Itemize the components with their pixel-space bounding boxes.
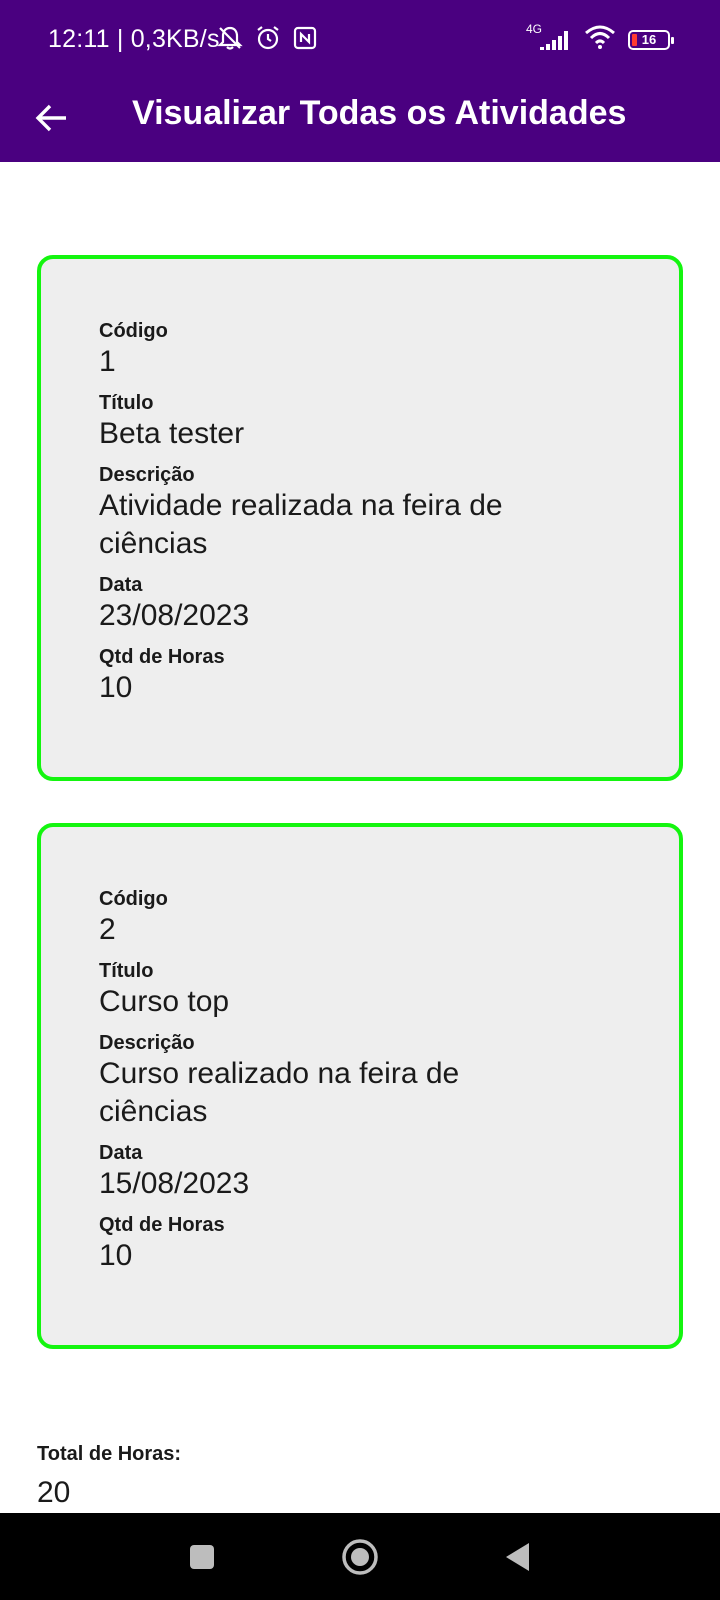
titulo-label: Título — [99, 960, 154, 982]
recents-button[interactable] — [182, 1537, 222, 1577]
header: 12:11 | 0,3KB/s 4G 16 Visualizar Todas o… — [0, 0, 720, 162]
descricao-value: Curso realizado na feira de ciências — [99, 1057, 460, 1128]
status-icons-right: 4G 16 — [526, 22, 674, 55]
codigo-value: 2 — [99, 913, 116, 946]
nav-back-button[interactable] — [498, 1537, 538, 1577]
battery-icon: 16 — [628, 29, 674, 50]
app-bar: Visualizar Todas os Atividades — [0, 80, 720, 162]
titulo-label: Título — [99, 392, 154, 414]
page-title: Visualizar Todas os Atividades — [132, 94, 627, 132]
horas-label: Qtd de Horas — [99, 646, 225, 668]
signal-icon: 4G — [526, 22, 572, 54]
descricao-label: Descrição — [99, 1032, 195, 1054]
activity-card[interactable]: Código 2 Título Curso top Descrição Curs… — [37, 823, 683, 1349]
titulo-value: Curso top — [99, 985, 230, 1018]
battery-level: 16 — [641, 32, 657, 47]
home-circle-icon — [342, 1539, 378, 1575]
battery-level-fill — [632, 33, 637, 46]
alarm-icon — [254, 24, 282, 52]
status-time: 12:11 | 0,3KB/s — [48, 25, 220, 53]
descricao-label: Descrição — [99, 464, 195, 486]
horas-label: Qtd de Horas — [99, 1214, 225, 1236]
activity-card[interactable]: Código 1 Título Beta tester Descrição At… — [37, 255, 683, 781]
data-value: 15/08/2023 — [99, 1167, 250, 1200]
codigo-label: Código — [99, 888, 168, 910]
descricao-value: Atividade realizada na feira de ciências — [99, 489, 503, 560]
network-type: 4G — [526, 21, 543, 36]
data-label: Data — [99, 1142, 143, 1164]
back-triangle-icon — [506, 1543, 529, 1571]
nfc-icon — [292, 25, 318, 51]
horas-value: 10 — [99, 1239, 133, 1272]
codigo-value: 1 — [99, 345, 116, 378]
arrow-left-icon — [35, 104, 66, 132]
data-value: 23/08/2023 — [99, 599, 250, 632]
total-hours-value: 20 — [37, 1476, 71, 1509]
status-icons-left — [216, 24, 318, 52]
horas-value: 10 — [99, 671, 133, 704]
home-button[interactable] — [340, 1537, 380, 1577]
status-bar: 12:11 | 0,3KB/s 4G 16 — [0, 0, 720, 80]
navigation-bar — [0, 1513, 720, 1600]
recents-square-icon — [190, 1545, 214, 1569]
data-label: Data — [99, 574, 143, 596]
mute-notifications-icon — [216, 24, 244, 52]
titulo-value: Beta tester — [99, 417, 245, 450]
back-button[interactable] — [30, 96, 74, 140]
codigo-label: Código — [99, 320, 168, 342]
total-hours-label: Total de Horas: — [37, 1443, 182, 1465]
wifi-icon — [584, 24, 616, 55]
